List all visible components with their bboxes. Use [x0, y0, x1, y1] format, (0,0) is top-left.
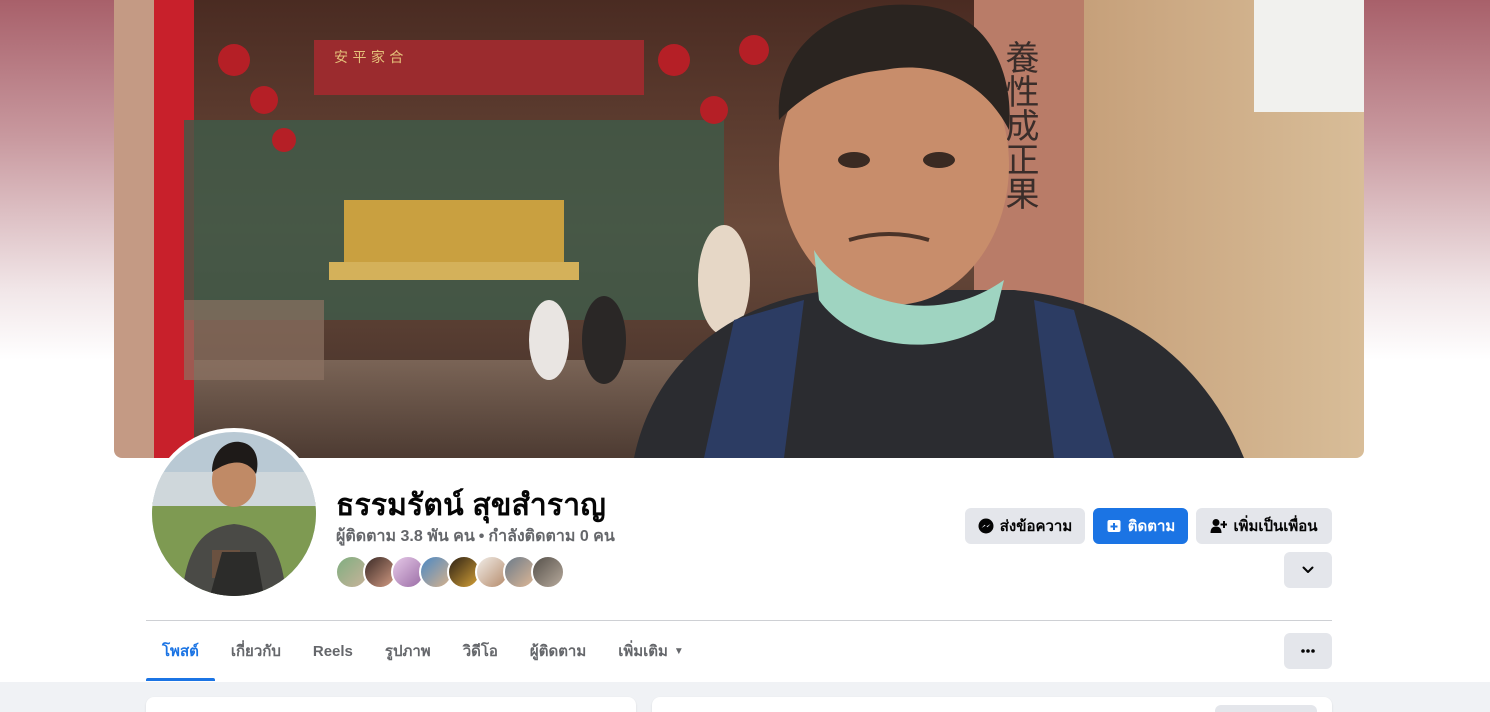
filters-button[interactable]: [1215, 705, 1317, 712]
follower-avatars: [335, 555, 565, 589]
follow-stats: ผู้ติดตาม 3.8 พัน คน • กำลังติดตาม 0 คน: [336, 524, 615, 549]
tab-label: Reels: [312, 642, 353, 660]
tab-more[interactable]: เพิ่มเติม ▼: [602, 621, 700, 681]
cover-photo[interactable]: 安 平 家 合 養性成正果: [114, 0, 1364, 458]
add-friend-icon: [1210, 518, 1228, 534]
follow-button[interactable]: ติดตาม: [1093, 508, 1188, 544]
tab-about[interactable]: เกี่ยวกับ: [215, 621, 297, 681]
follow-icon: [1106, 518, 1122, 534]
tab-label: ผู้ติดตาม: [529, 643, 587, 660]
profile-tabs: โพสต์ เกี่ยวกับ Reels รูปภาพ วิดีโอ ผู้ต…: [146, 621, 700, 681]
caret-down-icon: ▼: [673, 645, 684, 657]
tab-label: รูปภาพ: [384, 643, 431, 660]
follower-avatar[interactable]: [531, 555, 565, 589]
tab-label: โพสต์: [162, 643, 199, 660]
tab-label: เพิ่มเติม: [618, 643, 668, 660]
tab-photos[interactable]: รูปภาพ: [369, 621, 447, 681]
expand-button[interactable]: [1284, 552, 1332, 588]
tab-label: วิดีโอ: [462, 643, 498, 660]
tab-reels[interactable]: Reels: [297, 621, 369, 681]
following-count[interactable]: กำลังติดตาม 0 คน: [488, 528, 614, 545]
chevron-down-icon: [1302, 566, 1314, 574]
intro-card: [146, 697, 636, 712]
more-dots-icon: [1301, 649, 1315, 653]
followers-count[interactable]: ผู้ติดตาม 3.8 พัน คน: [336, 528, 475, 545]
tab-label: เกี่ยวกับ: [230, 643, 281, 660]
more-options-button[interactable]: [1284, 633, 1332, 669]
stats-separator: •: [478, 528, 485, 545]
temple-banner: 安 平 家 合: [334, 49, 403, 66]
messenger-icon: [978, 518, 994, 534]
message-button[interactable]: ส่งข้อความ: [965, 508, 1085, 544]
add-friend-button-label: เพิ่มเป็นเพื่อน: [1233, 518, 1318, 535]
tab-videos[interactable]: วิดีโอ: [447, 621, 514, 681]
message-button-label: ส่งข้อความ: [999, 518, 1073, 535]
follow-button-label: ติดตาม: [1127, 518, 1176, 535]
profile-name: ธรรมรัตน์ สุขสำราญ: [336, 489, 607, 522]
profile-picture[interactable]: [148, 428, 320, 600]
tab-posts[interactable]: โพสต์: [146, 621, 215, 681]
add-friend-button[interactable]: เพิ่มเป็นเพื่อน: [1196, 508, 1332, 544]
tab-followers[interactable]: ผู้ติดตาม: [514, 621, 602, 681]
